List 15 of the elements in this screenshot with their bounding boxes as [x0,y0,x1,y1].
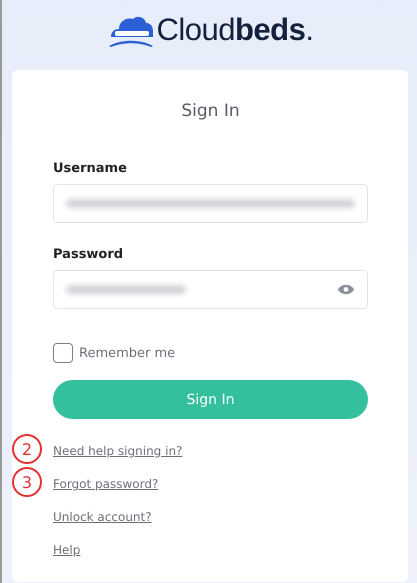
field-label: Password [53,247,124,262]
form-title: Sign In [180,100,241,123]
logo-text: Cloudbeds. [156,12,314,48]
password-field[interactable] [53,270,368,309]
help-link[interactable]: Help [53,543,80,557]
help-link[interactable]: Need help signing in? [53,444,182,458]
checkbox[interactable] [53,343,73,363]
callout-number: 3 [12,467,42,497]
username-field[interactable] [53,184,368,223]
help-link[interactable]: Unlock account? [53,510,152,524]
field-label: Username [53,161,128,176]
callout-number: 2 [12,434,42,464]
eye-icon[interactable] [337,284,355,295]
help-link[interactable]: Forgot password? [53,477,158,491]
remember-label: Remember me [79,346,176,360]
